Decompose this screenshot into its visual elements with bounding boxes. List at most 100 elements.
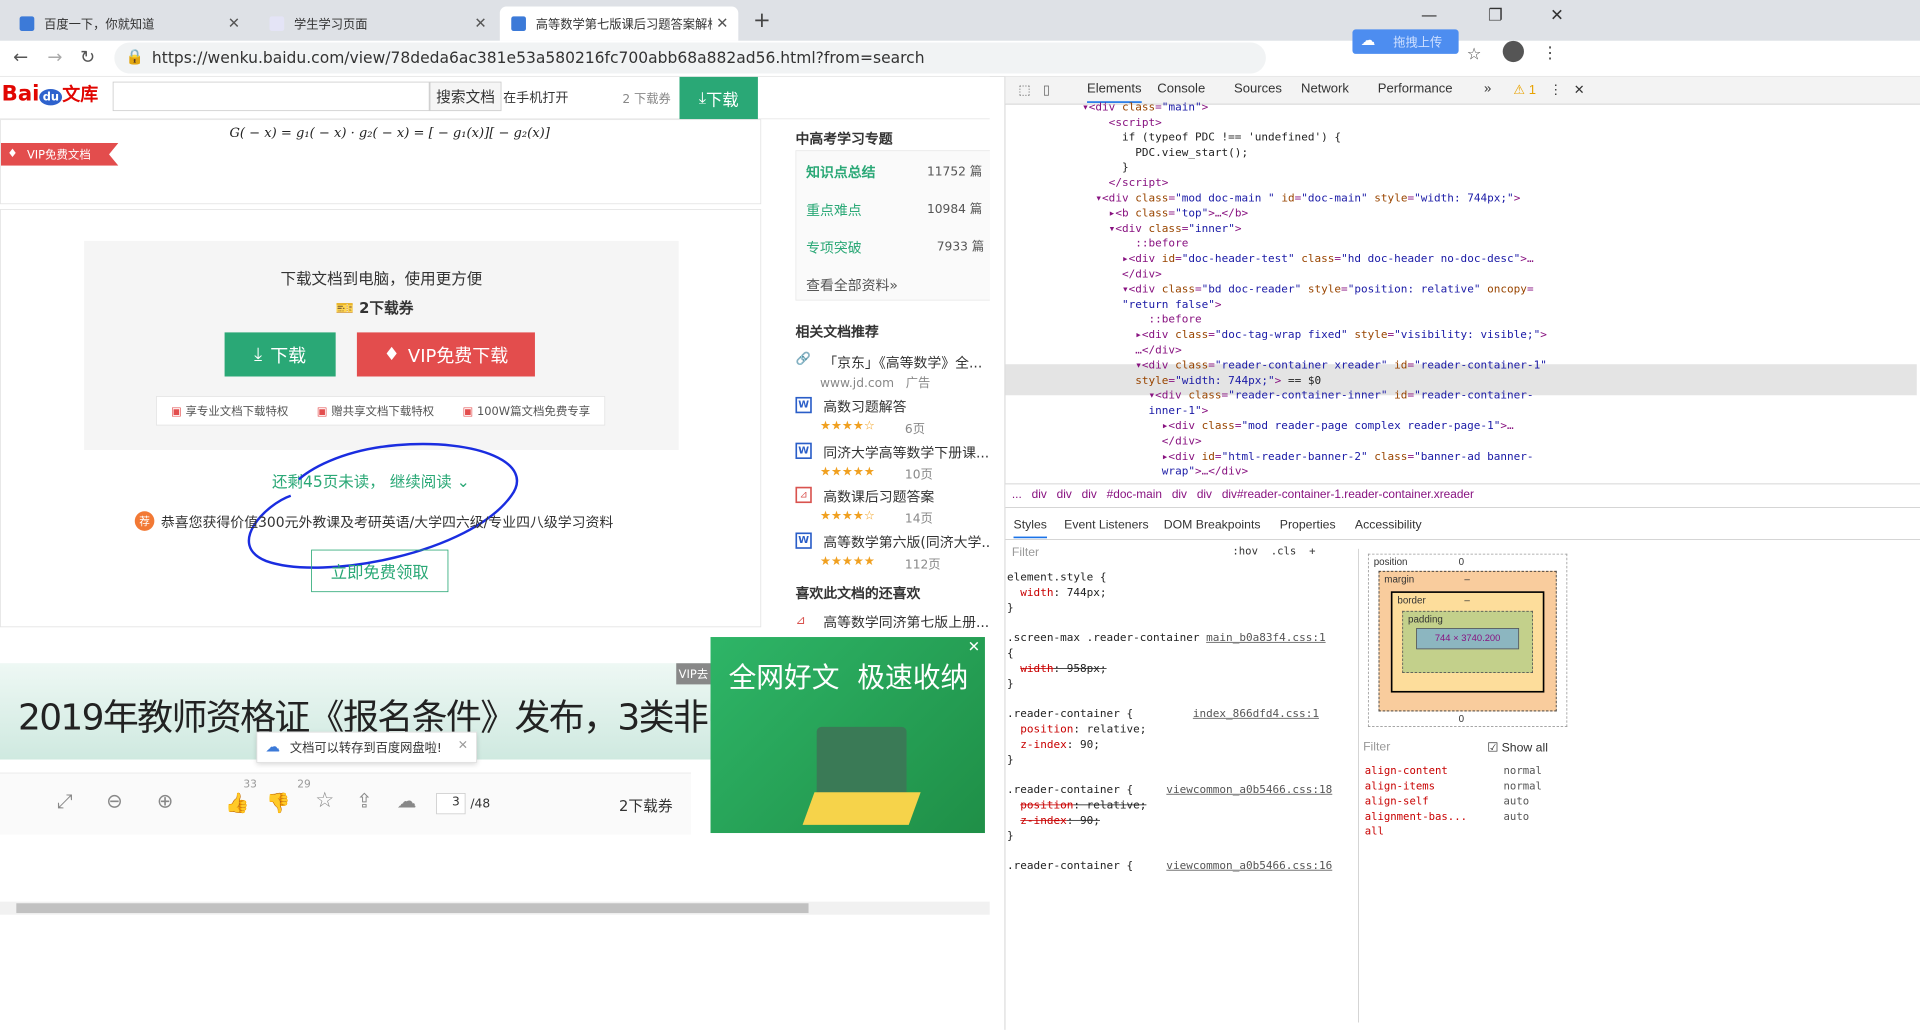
- wenku-header: Bai du 文库 搜索文档 在手机打开 2 下载券 ⤓ 下载: [0, 76, 990, 120]
- topic-item-label[interactable]: 知识点总结: [806, 161, 875, 181]
- maximize-button[interactable]: ❐: [1488, 5, 1503, 25]
- show-all-checkbox[interactable]: ☑ Show all: [1487, 740, 1548, 755]
- tab-styles[interactable]: Styles: [1013, 518, 1047, 539]
- computed-filter-input[interactable]: Filter: [1357, 740, 1390, 754]
- related-item-title[interactable]: 高数习题解答: [823, 395, 906, 415]
- styles-rules: element.style { width: 744px; } .screen-…: [1006, 570, 1333, 873]
- link-icon: 🔗: [795, 351, 811, 366]
- related-item-stars: ★★★★☆: [819, 507, 875, 523]
- download-button[interactable]: ⤓ 下载: [224, 332, 336, 377]
- dom-tree[interactable]: ▾<div class="main"> <script> if (typeof …: [1082, 100, 1547, 480]
- computed-value: auto: [1503, 810, 1530, 824]
- tab-baidu[interactable]: 百度一下，你就知道 ✕: [8, 7, 250, 41]
- box-model-padding: padding 744 × 3740.200: [1402, 610, 1533, 673]
- topic-count: 10984: [926, 201, 966, 217]
- tab-properties[interactable]: Properties: [1280, 518, 1336, 532]
- page-icon: [269, 16, 285, 32]
- topic-unit: 篇: [969, 164, 983, 179]
- related-item-meta: 14页: [904, 511, 933, 526]
- tab-math[interactable]: 高等数学第七版课后习题答案解析 ✕: [499, 6, 739, 41]
- devtools-close-icon[interactable]: ✕: [1574, 82, 1585, 98]
- baidu-pan-icon[interactable]: ☁: [397, 790, 417, 813]
- close-icon[interactable]: ✕: [228, 15, 240, 32]
- margin-value: –: [1464, 573, 1470, 585]
- topic-item-label[interactable]: 专项突破: [806, 236, 862, 256]
- forward-icon[interactable]: →: [47, 47, 62, 67]
- tab-console[interactable]: Console: [1157, 82, 1205, 97]
- tab-performance[interactable]: Performance: [1378, 82, 1453, 97]
- reload-icon[interactable]: ↻: [80, 47, 95, 67]
- phone-open-link[interactable]: 在手机打开: [503, 87, 568, 107]
- promo-title: 下载文档到电脑，使用更方便: [280, 270, 483, 289]
- download-label: 下载: [705, 89, 739, 110]
- new-tab-button[interactable]: +: [753, 8, 771, 33]
- styles-filter-input[interactable]: Filter: [1012, 546, 1039, 560]
- address-bar[interactable]: 🔒 https://wenku.baidu.com/view/78deda6ac…: [114, 42, 1266, 74]
- zoom-in-icon[interactable]: ⊕: [157, 790, 173, 813]
- page-number-input[interactable]: 3: [436, 793, 466, 815]
- close-icon[interactable]: ✕: [458, 737, 468, 752]
- baidu-wenku-logo[interactable]: Bai du 文库: [2, 80, 99, 107]
- tab-student[interactable]: 学生学习页面 ✕: [258, 7, 496, 41]
- dom-breadcrumb[interactable]: ... div div div #doc-main div div div#re…: [1012, 488, 1474, 501]
- related-item-title[interactable]: 同济大学高等数学下册课...: [823, 441, 989, 461]
- close-icon[interactable]: ✕: [474, 15, 486, 32]
- download-promo-card: 下载文档到电脑，使用更方便 🎫 2下载券 ⤓ 下载 ♦ VIP免费下载 ▣ 享专业文…: [0, 209, 762, 628]
- computed-prop: align-content: [1364, 765, 1448, 778]
- device-toggle-icon[interactable]: ▯: [1043, 82, 1050, 98]
- tab-accessibility[interactable]: Accessibility: [1355, 518, 1422, 532]
- related-item-meta: 112页: [904, 556, 941, 572]
- vip-download-label: VIP免费下载: [407, 346, 509, 367]
- scrollbar-thumb[interactable]: [16, 903, 809, 914]
- claim-free-button[interactable]: 立即免费领取: [311, 549, 449, 593]
- topic-item-count: 11752 篇: [927, 163, 982, 180]
- computed-prop: align-self: [1364, 795, 1429, 808]
- tab-sources[interactable]: Sources: [1234, 82, 1282, 97]
- tab-event-listeners[interactable]: Event Listeners: [1064, 518, 1148, 532]
- related-item-title[interactable]: 「京东」《高等数学》全...: [823, 351, 982, 371]
- header-download-button[interactable]: ⤓ 下载: [679, 76, 758, 120]
- upload-drop-button[interactable]: ☁ 拖拽上传: [1352, 29, 1459, 54]
- ad-popup[interactable]: 全网好文 极速收纳 ✕: [710, 637, 985, 834]
- star-icon[interactable]: ☆: [1467, 44, 1482, 64]
- back-icon[interactable]: ←: [13, 47, 28, 67]
- horizontal-scrollbar[interactable]: [0, 901, 990, 915]
- box-model-margin: margin – border – padding 744 × 3740.200: [1378, 570, 1557, 712]
- tab-dom-breakpoints[interactable]: DOM Breakpoints: [1164, 518, 1261, 532]
- warning-icon[interactable]: ⚠ 1: [1513, 82, 1536, 98]
- share-icon[interactable]: ⇪: [356, 790, 372, 813]
- vip-download-button[interactable]: ♦ VIP免费下载: [356, 332, 535, 377]
- topic-count: 11752: [926, 164, 966, 179]
- close-window-button[interactable]: ✕: [1550, 5, 1564, 25]
- devtools-menu-icon[interactable]: ⋮: [1549, 82, 1562, 98]
- more-tabs-button[interactable]: »: [1484, 82, 1491, 97]
- perk-label: 赠共享文档下载特权: [331, 405, 435, 419]
- favorite-star-icon[interactable]: ☆: [315, 788, 334, 813]
- menu-icon[interactable]: ⋮: [1542, 42, 1558, 62]
- topic-item-label[interactable]: 重点难点: [806, 198, 862, 219]
- position-bottom-value: 0: [1458, 712, 1465, 725]
- position-value: 0: [1458, 556, 1465, 568]
- profile-icon[interactable]: [1502, 40, 1524, 63]
- tab-network[interactable]: Network: [1301, 82, 1349, 97]
- related-item-title[interactable]: 高等数学第六版(同济大学...: [823, 531, 990, 551]
- fullscreen-icon[interactable]: ⤢: [57, 790, 73, 813]
- thumbs-up-icon[interactable]: 👍: [225, 791, 249, 814]
- related-item-meta: www.jd.com 广告: [819, 375, 931, 391]
- perk-label: 100W篇文档免费专享: [476, 405, 591, 419]
- zoom-out-icon[interactable]: ⊖: [106, 790, 122, 813]
- view-all-link[interactable]: 查看全部资料»: [806, 274, 898, 294]
- ad-headline: 全网好文 极速收纳: [728, 661, 969, 695]
- inspect-icon[interactable]: ⬚: [1018, 82, 1030, 98]
- tab-label: 百度一下，你就知道: [44, 16, 155, 32]
- thumbs-down-icon[interactable]: 👎: [266, 791, 290, 814]
- save-to-pan-tooltip: ☁ 文档可以转存到百度网盘啦! ✕: [256, 731, 477, 763]
- related-item-title[interactable]: 高数课后习题答案: [823, 485, 934, 505]
- search-button[interactable]: 搜索文档: [429, 81, 502, 112]
- close-icon[interactable]: ✕: [716, 15, 728, 32]
- minimize-button[interactable]: —: [1421, 5, 1437, 25]
- hov-cls-toggle[interactable]: :hov .cls +: [1232, 546, 1315, 558]
- search-input[interactable]: [112, 81, 430, 112]
- like-item-title[interactable]: 高等数学同济第七版上册...: [823, 611, 989, 631]
- close-icon[interactable]: ✕: [968, 639, 980, 656]
